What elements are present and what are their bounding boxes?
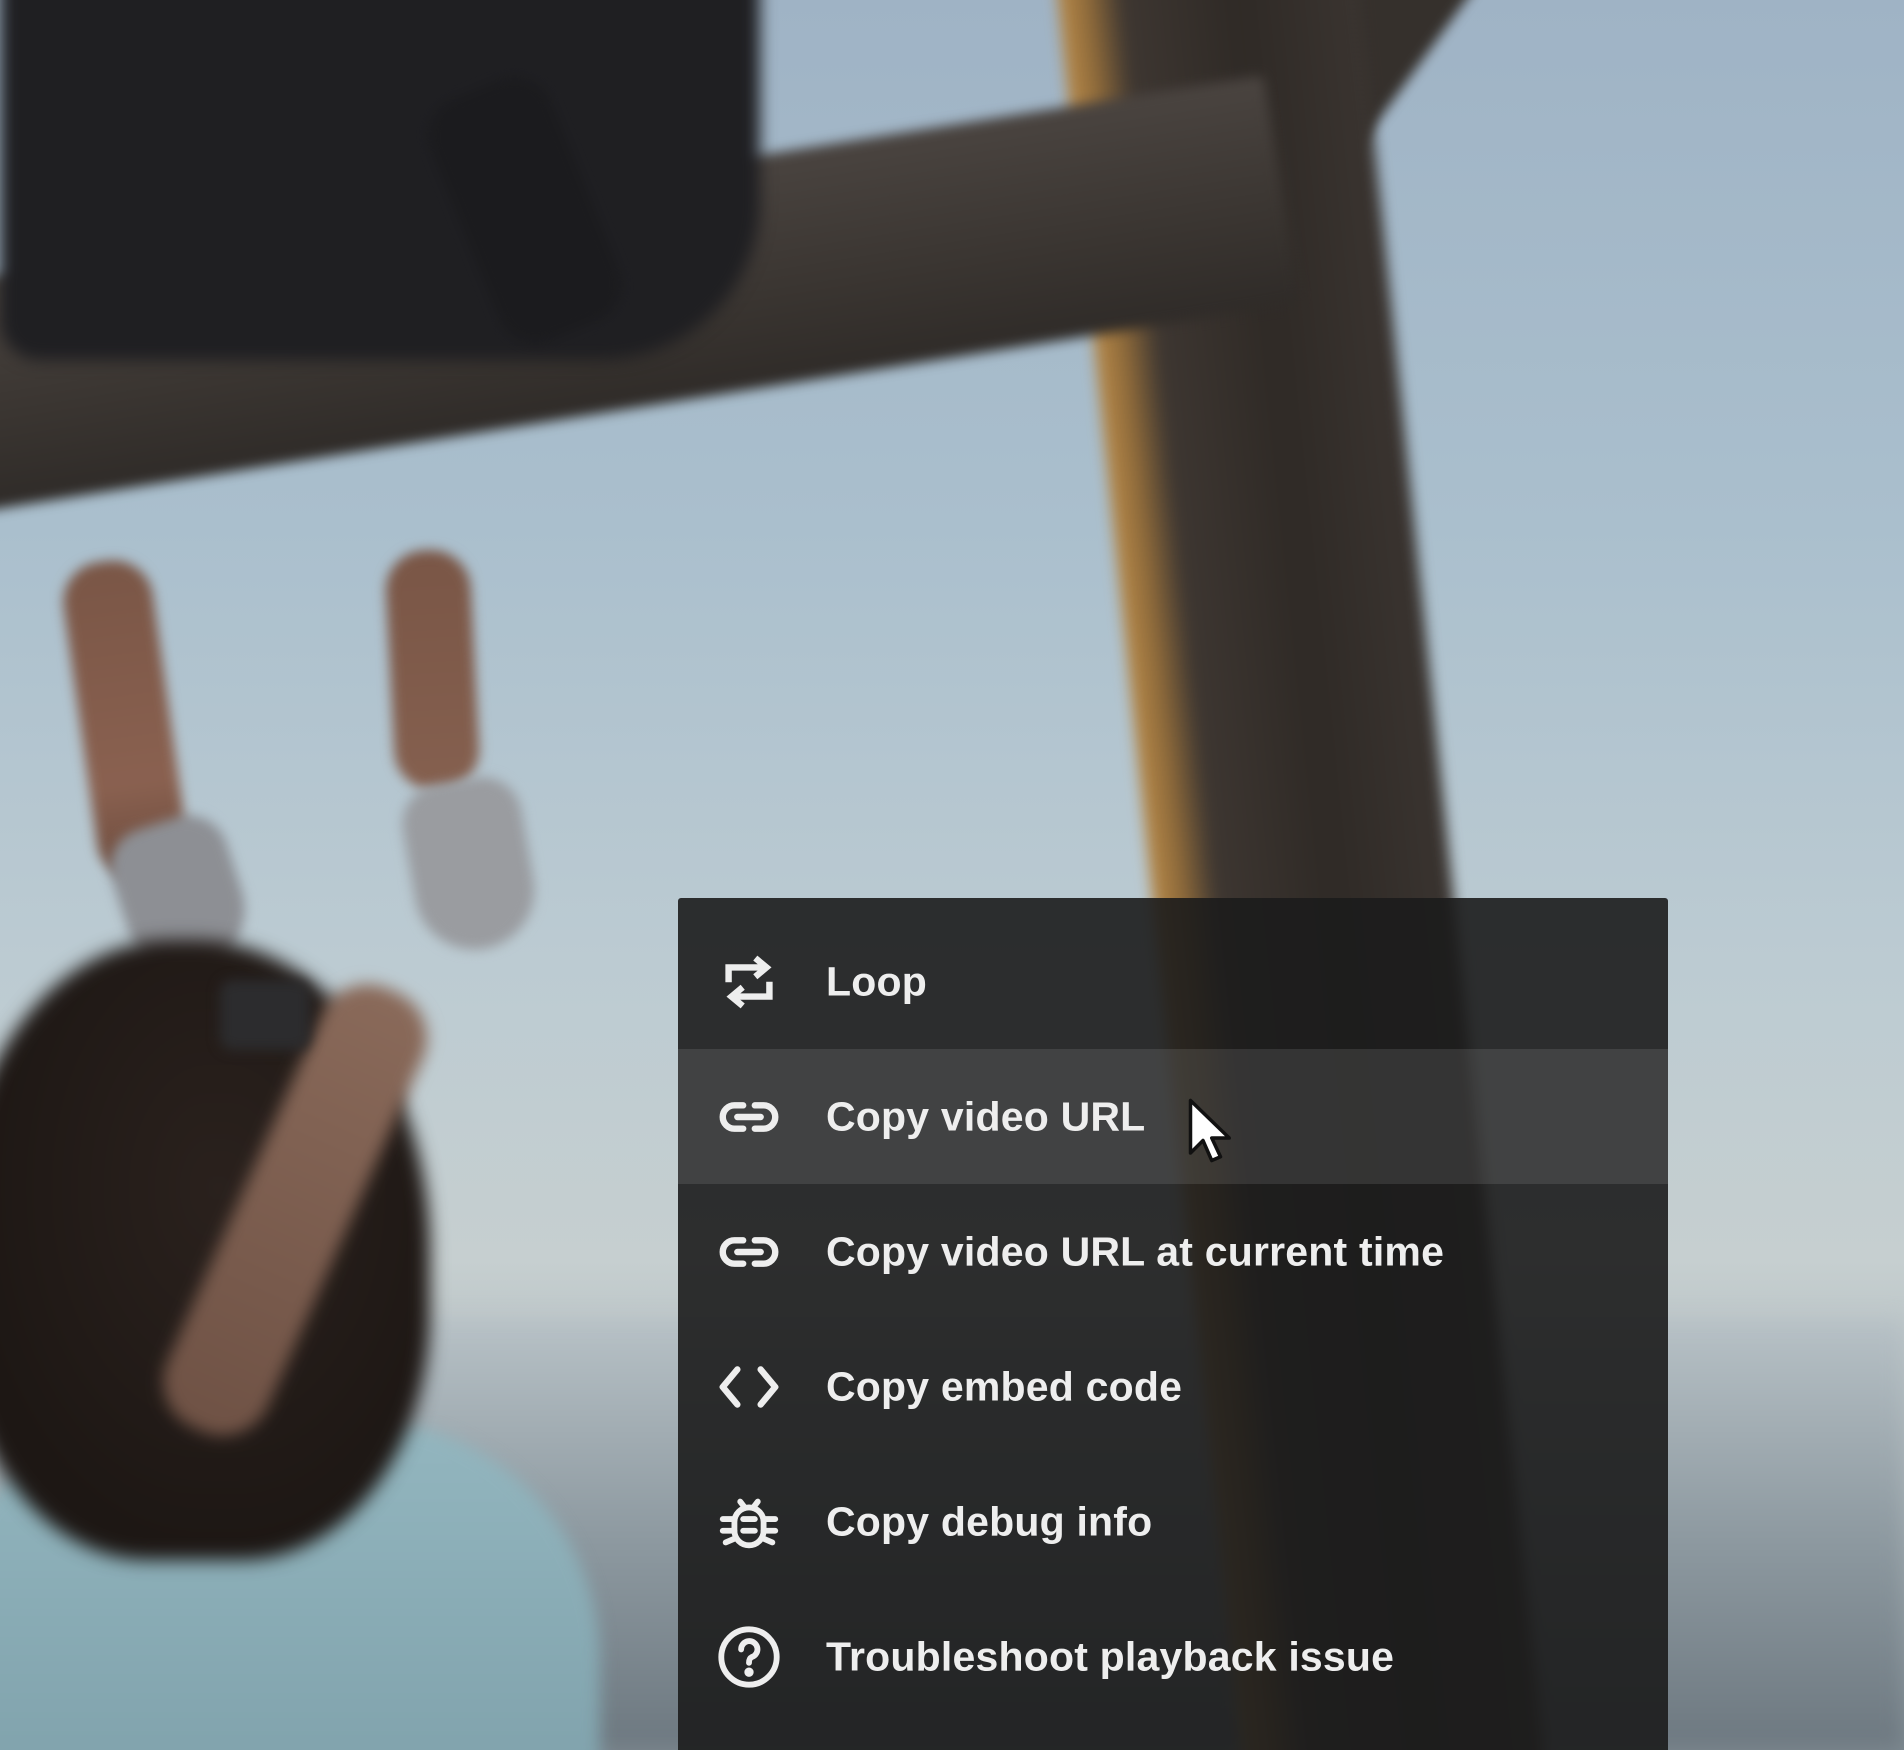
- menu-item-troubleshoot[interactable]: Troubleshoot playback issue: [678, 1589, 1668, 1724]
- menu-item-copy-embed-code[interactable]: Copy embed code: [678, 1319, 1668, 1454]
- person-silhouette: [0, 0, 760, 360]
- menu-item-label: Copy embed code: [826, 1363, 1183, 1409]
- bug-icon: [714, 1487, 784, 1557]
- code-icon: [714, 1352, 784, 1422]
- camera: [220, 980, 310, 1050]
- menu-item-label: Loop: [826, 958, 927, 1004]
- menu-item-copy-debug-info[interactable]: Copy debug info: [678, 1454, 1668, 1589]
- menu-item-label: Copy video URL at current time: [826, 1228, 1445, 1274]
- shoe-right: [396, 770, 544, 960]
- link-icon: [714, 1217, 784, 1287]
- loop-icon: [714, 947, 784, 1017]
- menu-item-label: Copy video URL: [826, 1093, 1146, 1139]
- menu-item-loop[interactable]: Loop: [678, 914, 1668, 1049]
- link-icon: [714, 1082, 784, 1152]
- mouse-pointer-icon: [1188, 1098, 1231, 1163]
- menu-item-label: Copy debug info: [826, 1498, 1153, 1544]
- menu-item-copy-video-url[interactable]: Copy video URL: [678, 1049, 1668, 1184]
- video-context-menu: Loop Copy video URL Copy video URL at cu…: [678, 898, 1668, 1750]
- menu-item-label: Troubleshoot playback issue: [826, 1633, 1395, 1679]
- person-leg-right: [383, 547, 482, 793]
- menu-item-copy-video-url-at-time[interactable]: Copy video URL at current time: [678, 1184, 1668, 1319]
- help-circle-icon: [714, 1622, 784, 1692]
